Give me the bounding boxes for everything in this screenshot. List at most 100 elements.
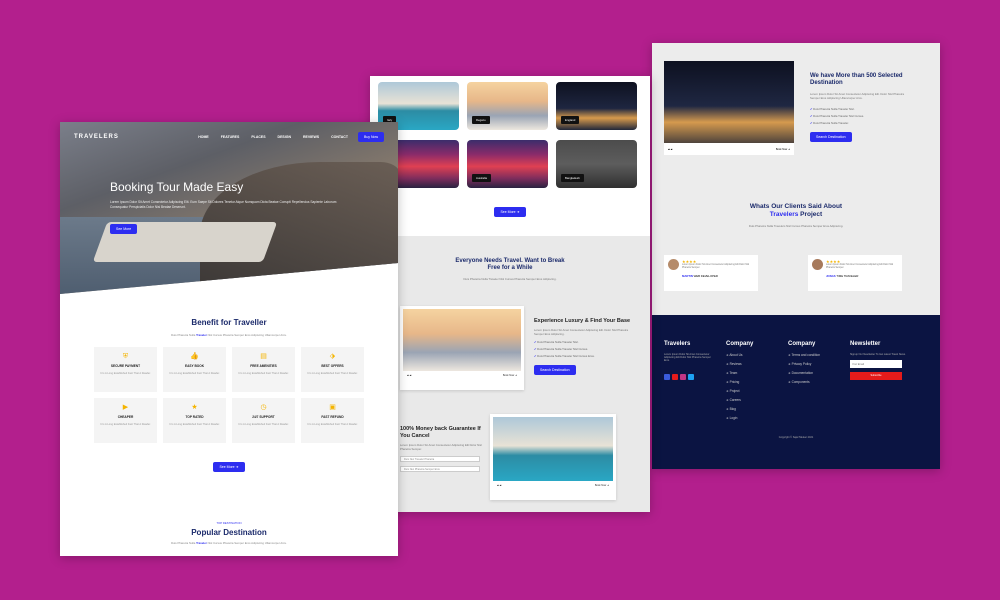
footer-brand: Travelers — [664, 341, 691, 347]
twitter-icon[interactable] — [688, 373, 694, 380]
brand-highlight: Traveler — [196, 541, 207, 545]
testimonial-name: JONAS — [826, 274, 836, 278]
benefit-card: ★ TOP RATED It Is A Long Established Fact … — [163, 398, 226, 443]
stat-title: We have More than 500 Selected Destinati… — [810, 73, 903, 86]
page-preview-1: TRAVELERS HOME FEATURES PLACES DESIGN RE… — [60, 122, 398, 556]
search-destination-button[interactable]: Search Destination — [810, 131, 852, 142]
footer-link[interactable]: Login — [726, 416, 753, 420]
benefit-card: ▣ FAST REFUND It Is A Long Established Fac… — [301, 398, 364, 443]
resort-card-footer: ▰ ▰ Book Now ➜ — [664, 143, 794, 155]
resort-night-image — [664, 61, 794, 151]
footer-link[interactable]: Privacy Policy — [788, 362, 820, 366]
benefit-card-title: SECURE PAYMENT — [110, 364, 141, 368]
benefit-title: Benefit for Traveller — [191, 318, 267, 327]
nav-reviews[interactable]: REVIEWS — [303, 135, 319, 139]
benefit-card: 👍 EASY BOOK It Is A Long Established Fact … — [163, 347, 226, 392]
benefit-card-title: BEST OFFERS — [321, 364, 344, 368]
benefit-card-desc: It Is A Long Established Fact That A Rea… — [307, 423, 358, 426]
footer-col-title: Company — [726, 341, 754, 347]
benefit-card-desc: It Is A Long Established Fact That A Rea… — [169, 372, 220, 375]
destination-card[interactable]: Australia — [467, 140, 548, 188]
book-now-link[interactable]: Book Now ➜ — [595, 484, 609, 487]
benefit-card-title: FREE AMENITIES — [250, 364, 277, 368]
nav-features[interactable]: FEATURES — [221, 135, 240, 139]
newsletter-email-input[interactable] — [850, 360, 902, 369]
site-logo[interactable]: TRAVELERS — [74, 134, 119, 140]
instagram-icon[interactable] — [680, 373, 686, 380]
benefit-subtitle: Duis Pharetra Nulla Traveler Nisl Cursus… — [171, 333, 287, 337]
facebook-icon[interactable] — [664, 373, 670, 380]
benefit-card-title: FAST REFUND — [321, 415, 344, 419]
footer-link[interactable]: Team — [726, 371, 753, 375]
footer-link[interactable]: Components — [788, 380, 820, 384]
destination-label: Bangladesh — [561, 174, 584, 182]
benefit-card-desc: It Is A Long Established Fact That A Rea… — [100, 372, 151, 375]
destination-card[interactable]: Regazo — [467, 82, 548, 130]
footer-link[interactable]: Pricing — [726, 380, 753, 384]
luxury-check: Duis Pharetra Nulla Traveler Nisl Cursus… — [534, 354, 634, 358]
footer-link[interactable]: Documentation — [788, 371, 820, 375]
book-now-link[interactable]: Book Now ➜ — [503, 374, 517, 377]
footer-link[interactable]: Terms and condition — [788, 353, 821, 357]
ticket-icon: ▤ — [260, 353, 267, 360]
stat-desc: Lorem Ipsum Dolor Sit Amet Consectetur A… — [810, 92, 905, 100]
stat-check: Duis Pharetra Nulla Traveler. — [810, 121, 910, 125]
benefit-card: ⬗ BEST OFFERS It Is A Long Established Fac… — [301, 347, 364, 392]
luxury-card: ▰ ▰ Book Now ➜ — [400, 306, 524, 390]
destination-card[interactable]: Bangladesh — [556, 140, 637, 188]
subscribe-button[interactable]: Subscribe — [850, 372, 902, 381]
destination-select[interactable]: Duis Nec Pharetra Semper Eros — [400, 465, 480, 472]
footer-brand-desc: Lorem Ipsum Dolor Sit Amet Consectetur A… — [664, 353, 711, 363]
search-destination-button[interactable]: Search Destination — [534, 364, 576, 375]
shield-icon: ⛨ — [122, 353, 129, 360]
youtube-icon[interactable] — [672, 373, 678, 380]
nav-contact[interactable]: CONTACT — [331, 135, 348, 139]
destination-label: Australia — [472, 174, 491, 182]
benefit-card-title: CHEAPER — [117, 415, 134, 419]
testimonial-text: Lorem Ipsum Dolor Sit Amet Consectetur A… — [682, 264, 750, 269]
benefit-card-desc: It Is A Long Established Fact That A Rea… — [169, 423, 220, 426]
benefit-see-more-button[interactable]: See More ➜ — [213, 462, 245, 472]
testimonial-text: Lorem Ipsum Dolor Sit Amet Consectetur A… — [826, 264, 894, 269]
benefit-card: ⛨ SECURE PAYMENT It Is A Long Established … — [94, 347, 157, 392]
testimonial-role: TIME TRAVELER — [836, 274, 859, 278]
destination-card[interactable]: England — [556, 82, 637, 130]
card-meta: ▰ ▰ — [407, 374, 412, 378]
testimonial-role: WEB DEVELOPER — [693, 274, 718, 278]
refund-desc: Lorem Ipsum Dolor Sit Amet Consectetur A… — [400, 443, 482, 451]
hero-title: Booking Tour Made Easy — [110, 180, 244, 194]
benefit-card-desc: It Is A Long Established Fact That A Rea… — [100, 423, 151, 426]
footer-link[interactable]: Reviews — [726, 362, 753, 366]
luxury-check: Duis Pharetra Nulla Traveler Nisl Cursus… — [534, 347, 634, 351]
buy-now-button[interactable]: Buy Now — [357, 132, 384, 142]
footer-link[interactable]: Blog — [726, 407, 753, 411]
clients-desc: Duis Pharetra Nulla Travelers Nisl Cursu… — [748, 224, 844, 228]
newsletter-desc: Signup Our Newsletter To Get Latest Trav… — [850, 353, 906, 356]
luxury-title: Experience Luxury & Find Your Base — [534, 318, 631, 324]
thumbs-up-icon: 👍 — [190, 353, 199, 360]
avatar — [668, 259, 679, 270]
luxury-desc: Lorem Ipsum Dolor Sit Amet Consectetur A… — [534, 328, 629, 336]
destination-grid: Italy Regazo England Australia Banglades… — [370, 76, 650, 188]
newsletter-title: Newsletter — [850, 341, 881, 347]
destination-label: England — [561, 116, 580, 124]
footer-link[interactable]: Careers — [726, 398, 753, 402]
testimonial-name: MARTIN — [682, 274, 693, 278]
nav-places[interactable]: PLACES — [251, 135, 265, 139]
nav-home[interactable]: HOME — [198, 135, 209, 139]
nav-design[interactable]: DESIGN — [278, 135, 291, 139]
book-now-link[interactable]: Book Now ➜ — [776, 148, 790, 151]
see-more-button[interactable]: See More ➜ — [494, 207, 526, 217]
site-footer: Travelers Lorem Ipsum Dolor Sit Amet Con… — [652, 315, 940, 469]
card-meta: ▰ ▰ — [497, 484, 502, 487]
page-preview-2: Italy Regazo England Australia Banglades… — [370, 76, 650, 512]
copyright: Copyright © Sajal Taluker 2021 — [778, 436, 814, 439]
destination-label: Regazo — [472, 116, 490, 124]
page-preview-3: ▰ ▰ Book Now ➜ We have More than 500 Sel… — [652, 43, 940, 469]
benefit-card: ▤ FREE AMENITIES It Is A Long Established … — [232, 347, 295, 392]
footer-link[interactable]: About Us — [726, 353, 753, 357]
footer-col-title: Company — [788, 341, 816, 347]
hero-see-more-button[interactable]: See More — [110, 224, 138, 235]
footer-link[interactable]: Project — [726, 389, 753, 393]
destination-select[interactable]: Duis Nec Traveler Pharetra — [400, 455, 480, 462]
